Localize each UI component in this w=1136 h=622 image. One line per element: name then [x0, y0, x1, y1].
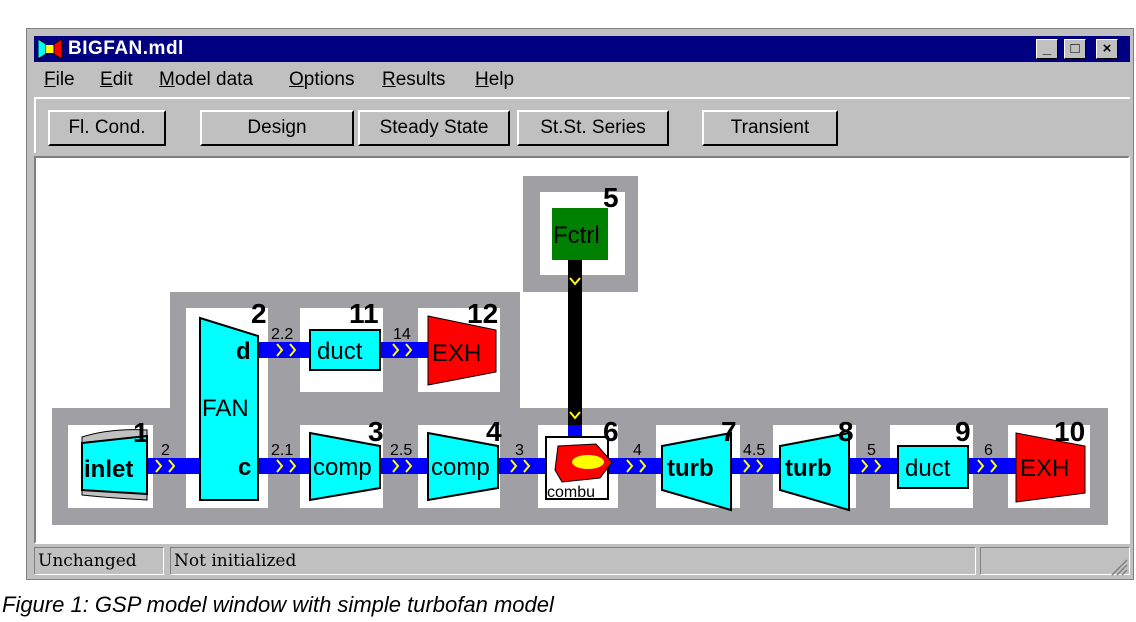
svg-text:6: 6 — [603, 416, 619, 447]
status-message: Not initialized — [170, 547, 976, 575]
svg-text:2: 2 — [251, 298, 267, 329]
svg-text:2: 2 — [161, 442, 170, 459]
figure-caption: Figure 1: GSP model window with simple t… — [2, 592, 554, 617]
svg-text:d: d — [236, 338, 251, 365]
svg-text:comp: comp — [313, 454, 372, 481]
status-extra — [980, 547, 1130, 575]
svg-text:8: 8 — [838, 416, 854, 447]
fan-component[interactable]: FAN d c — [199, 316, 259, 501]
resize-grip-icon[interactable] — [1110, 558, 1128, 576]
status-modified: Unchanged — [34, 547, 164, 575]
duct-9[interactable]: duct — [897, 445, 969, 489]
svg-text:turb: turb — [667, 455, 714, 482]
svg-text:turb: turb — [785, 455, 832, 482]
svg-text:EXH: EXH — [432, 340, 481, 367]
svg-text:c: c — [238, 454, 251, 481]
duct-11[interactable]: duct — [309, 329, 381, 371]
svg-text:comp: comp — [431, 454, 490, 481]
svg-text:12: 12 — [467, 298, 498, 329]
svg-text:6: 6 — [984, 442, 993, 459]
svg-text:11: 11 — [349, 298, 379, 329]
svg-text:2.5: 2.5 — [390, 442, 412, 459]
svg-text:4: 4 — [633, 442, 642, 459]
svg-text:Fctrl: Fctrl — [553, 222, 600, 249]
fuel-control-5[interactable]: Fctrl — [552, 208, 608, 260]
svg-text:9: 9 — [955, 416, 971, 447]
svg-text:10: 10 — [1054, 416, 1085, 447]
svg-text:EXH: EXH — [1020, 455, 1069, 482]
svg-text:3: 3 — [368, 416, 384, 447]
svg-text:5: 5 — [603, 182, 619, 213]
svg-text:duct: duct — [317, 338, 363, 365]
svg-text:inlet: inlet — [84, 456, 133, 483]
svg-text:7: 7 — [721, 416, 737, 447]
svg-text:4: 4 — [486, 416, 502, 447]
svg-text:1: 1 — [133, 417, 149, 448]
svg-text:14: 14 — [393, 326, 411, 343]
svg-text:3: 3 — [515, 442, 524, 459]
svg-text:2.2: 2.2 — [271, 326, 293, 343]
svg-text:duct: duct — [905, 455, 951, 482]
turbofan-diagram: inlet FAN d c comp comp combu turb turb … — [52, 176, 1108, 525]
svg-text:2.1: 2.1 — [271, 442, 293, 459]
svg-text:5: 5 — [867, 442, 876, 459]
svg-text:FAN: FAN — [202, 395, 249, 422]
svg-text:combu: combu — [547, 484, 595, 501]
svg-text:4.5: 4.5 — [743, 442, 765, 459]
